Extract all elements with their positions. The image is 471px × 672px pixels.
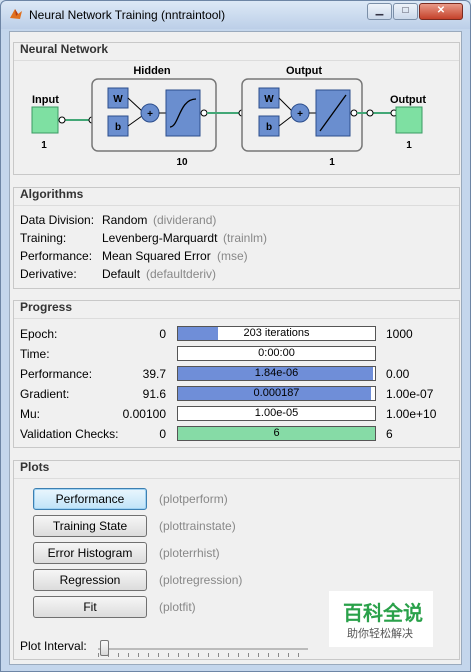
output-label: Output: [390, 94, 426, 106]
progress-label: Time:: [20, 347, 50, 361]
plot-error-histogram-button[interactable]: Error Histogram: [33, 542, 147, 564]
hidden-size: 10: [176, 157, 188, 168]
progress-start-value: 0.00100: [122, 407, 166, 421]
plot-function: (plotperform): [159, 492, 228, 506]
algorithm-label: Derivative:: [20, 267, 77, 281]
plot-interval-slider-thumb[interactable]: [100, 640, 109, 656]
plot-interval-label: Plot Interval:: [20, 639, 87, 653]
progress-panel: Progress Epoch: 0 203 iterations 1000 Time: 0…: [13, 300, 460, 448]
window-content: Neural Network Input 1 Hidden W b + 10 O…: [9, 31, 462, 665]
input-size: 1: [41, 140, 47, 151]
neural-network-section-title: Neural Network: [20, 42, 109, 56]
plots-section-title: Plots: [20, 460, 50, 474]
progress-label: Mu:: [20, 407, 41, 421]
algorithm-value: Levenberg-Marquardt: [102, 231, 218, 245]
progress-label: Gradient:: [20, 387, 70, 401]
algorithm-label: Data Division:: [20, 213, 95, 227]
plot-function: (plotfit): [159, 600, 196, 614]
progress-label: Performance:: [20, 367, 93, 381]
algorithm-function: (defaultderiv): [146, 267, 217, 281]
progress-end-value: 1.00e+10: [386, 407, 437, 421]
algorithms-section-title: Algorithms: [20, 187, 84, 201]
hidden-label: Hidden: [133, 65, 171, 77]
sigmoid-transfer-icon: [165, 89, 201, 137]
progress-end-value: 1000: [386, 327, 413, 341]
maximize-button[interactable]: □: [393, 3, 418, 20]
progress-bar-text: 6: [273, 427, 280, 439]
progress-bar-text: 203 iterations: [243, 327, 310, 339]
watermark-sub-text: 助你轻松解决: [347, 628, 413, 640]
progress-bar-text: 0:00:00: [258, 347, 295, 359]
progress-start-value: 91.6: [142, 387, 166, 401]
progress-label: Epoch:: [20, 327, 58, 341]
plot-training-state-button[interactable]: Training State: [33, 515, 147, 537]
algorithm-label: Training:: [20, 231, 67, 245]
title-bar[interactable]: Neural Network Training (nntraintool) ▁ …: [1, 1, 470, 29]
algorithms-panel: Algorithms Data Division: Random (dividera…: [13, 187, 460, 289]
progress-start-value: 39.7: [142, 367, 166, 381]
window-title: Neural Network Training (nntraintool): [29, 8, 226, 22]
plot-regression-button[interactable]: Regression: [33, 569, 147, 591]
progress-start-value: 0: [159, 427, 166, 441]
nntraintool-window: Neural Network Training (nntraintool) ▁ …: [0, 0, 471, 672]
algorithm-function: (dividerand): [153, 213, 217, 227]
input-block: [31, 106, 59, 134]
progress-bar-text: 1.84e-06: [254, 367, 299, 379]
progress-bar: 0:00:00: [177, 346, 376, 361]
plot-function: (ploterrhist): [159, 546, 220, 560]
progress-bar-text: 0.000187: [253, 387, 300, 399]
output-size: 1: [406, 140, 412, 151]
progress-bar: 1.84e-06: [177, 366, 376, 381]
progress-end-value: 0.00: [386, 367, 410, 381]
algorithm-value: Default: [102, 267, 141, 281]
progress-end-value: 6: [386, 427, 393, 441]
output-layer-size: 1: [329, 157, 335, 168]
neural-network-panel: Neural Network Input 1 Hidden W b + 10 O…: [13, 42, 460, 175]
plot-interval-track[interactable]: [98, 648, 308, 650]
hidden-b-text: b: [115, 122, 121, 133]
output-w-text: W: [264, 94, 274, 105]
output-b-text: b: [266, 122, 272, 133]
progress-start-value: 0: [159, 327, 166, 341]
watermark-main-text: 百科全说: [343, 603, 423, 625]
close-button[interactable]: ✕: [419, 3, 463, 20]
progress-bar: 0.000187: [177, 386, 376, 401]
plot-performance-button[interactable]: Performance: [33, 488, 147, 510]
algorithm-label: Performance:: [20, 249, 93, 263]
network-diagram: Input 1 Hidden W b + 10 Output W b + 1 O…: [31, 65, 426, 168]
output-block: [395, 106, 423, 134]
hidden-w-text: W: [113, 94, 123, 105]
output-plus-text: +: [297, 109, 303, 120]
algorithm-function: (mse): [217, 249, 248, 263]
progress-bar: 203 iterations: [177, 326, 376, 341]
progress-bar-text: 1.00e-05: [254, 407, 299, 419]
minimize-button[interactable]: ▁: [367, 3, 392, 20]
input-label: Input: [32, 94, 59, 106]
algorithm-function: (trainlm): [223, 231, 267, 245]
plot-function: (plotregression): [159, 573, 243, 587]
progress-section-title: Progress: [20, 300, 73, 314]
matlab-icon: [10, 9, 22, 19]
hidden-plus-text: +: [147, 109, 153, 120]
plot-fit-button[interactable]: Fit: [33, 596, 147, 618]
algorithm-value: Mean Squared Error: [102, 249, 211, 263]
progress-bar: 1.00e-05: [177, 406, 376, 421]
progress-end-value: 1.00e-07: [386, 387, 434, 401]
plot-interval-ticks: [98, 653, 308, 657]
plot-function: (plottrainstate): [159, 519, 236, 533]
progress-bar: 6: [177, 426, 376, 441]
watermark: 百科全说 助你轻松解决: [329, 591, 433, 647]
output-layer-label: Output: [286, 65, 322, 77]
algorithm-value: Random: [102, 213, 148, 227]
